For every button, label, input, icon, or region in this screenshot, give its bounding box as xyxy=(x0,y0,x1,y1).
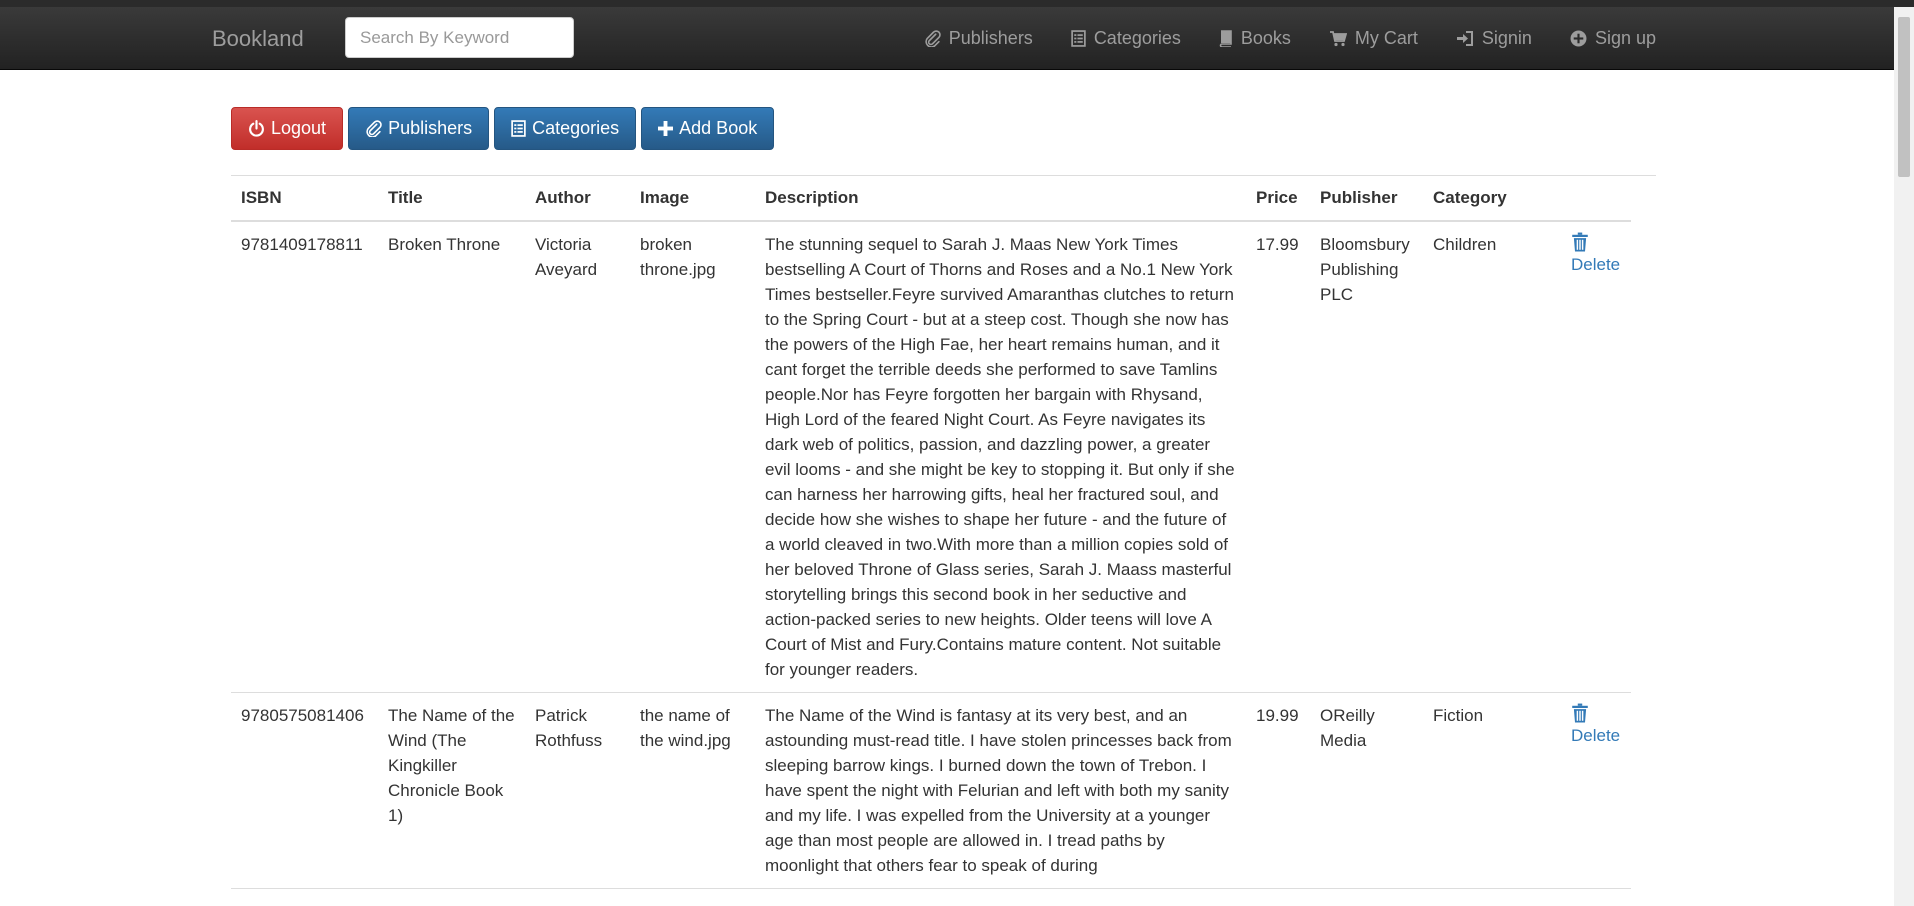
action-toolbar: Logout Publishers Categories Add Book xyxy=(231,107,779,150)
power-icon xyxy=(249,120,264,137)
delete-label: Delete xyxy=(1571,726,1621,745)
table-row: 9780575081406 The Name of the Wind (The … xyxy=(231,692,1631,889)
cell-publisher: Bloomsbury Publishing PLC xyxy=(1310,221,1423,693)
cell-publisher: OReilly Media xyxy=(1310,692,1423,889)
nav-publishers[interactable]: Publishers xyxy=(924,28,1033,49)
add-book-label: Add Book xyxy=(679,118,758,138)
table-header-row: ISBN Title Author Image Description Pric… xyxy=(231,176,1631,222)
table-row: 9781409178811 Broken Throne Victoria Ave… xyxy=(231,221,1631,693)
top-navbar: Bookland Publishers Categories Books xyxy=(0,7,1894,70)
nav-categories[interactable]: Categories xyxy=(1071,28,1181,49)
delete-link[interactable]: Delete xyxy=(1571,232,1620,277)
cell-image: the name of the wind.jpg xyxy=(630,692,755,889)
cell-price: 19.99 xyxy=(1246,692,1310,889)
plus-icon xyxy=(658,121,674,136)
nav-sign-up-label: Sign up xyxy=(1594,28,1656,48)
trash-icon xyxy=(1572,703,1588,723)
cell-title: Broken Throne xyxy=(378,221,525,693)
logout-label: Logout xyxy=(271,118,327,138)
search-input[interactable] xyxy=(345,17,574,58)
cell-isbn: 9780575081406 xyxy=(231,692,378,889)
col-header-isbn: ISBN xyxy=(231,176,378,222)
cell-price: 17.99 xyxy=(1246,221,1310,693)
cell-category: Children xyxy=(1423,221,1561,693)
categories-button[interactable]: Categories xyxy=(494,107,637,150)
publishers-button-label: Publishers xyxy=(388,118,473,138)
nav-books[interactable]: Books xyxy=(1219,28,1291,49)
cell-actions: Delete xyxy=(1561,221,1631,693)
nav-publishers-label: Publishers xyxy=(948,28,1033,48)
log-in-icon xyxy=(1456,31,1473,46)
cell-title: The Name of the Wind (The Kingkiller Chr… xyxy=(378,692,525,889)
paperclip-icon xyxy=(925,30,941,47)
nav-menu: Publishers Categories Books My Cart Sign… xyxy=(886,7,1656,70)
shopping-cart-icon xyxy=(1329,31,1347,47)
plus-sign-icon xyxy=(1570,30,1587,47)
col-header-description: Description xyxy=(755,176,1246,222)
col-header-category: Category xyxy=(1423,176,1561,222)
list-alt-icon xyxy=(511,120,526,137)
cell-category: Fiction xyxy=(1423,692,1561,889)
nav-my-cart[interactable]: My Cart xyxy=(1329,28,1418,49)
col-header-actions xyxy=(1561,176,1631,222)
brand-logo[interactable]: Bookland xyxy=(212,7,304,70)
cell-actions: Delete xyxy=(1561,692,1631,889)
nav-categories-label: Categories xyxy=(1093,28,1181,48)
cell-image: broken throne.jpg xyxy=(630,221,755,693)
cell-author: Victoria Aveyard xyxy=(525,221,630,693)
nav-my-cart-label: My Cart xyxy=(1354,28,1418,48)
window-top-edge xyxy=(0,0,1914,7)
categories-button-label: Categories xyxy=(532,118,620,138)
logout-button[interactable]: Logout xyxy=(231,107,344,150)
nav-sign-up[interactable]: Sign up xyxy=(1570,28,1656,49)
nav-signin-label: Signin xyxy=(1481,28,1532,48)
publishers-button[interactable]: Publishers xyxy=(348,107,490,150)
delete-link[interactable]: Delete xyxy=(1571,703,1620,748)
nav-books-label: Books xyxy=(1240,28,1291,48)
cell-description: The stunning sequel to Sarah J. Maas New… xyxy=(755,221,1246,693)
col-header-price: Price xyxy=(1246,176,1310,222)
books-table: ISBN Title Author Image Description Pric… xyxy=(231,176,1631,889)
cell-description: The Name of the Wind is fantasy at its v… xyxy=(755,692,1246,889)
paperclip-icon xyxy=(366,120,382,137)
col-header-author: Author xyxy=(525,176,630,222)
page-scrollbar[interactable] xyxy=(1894,7,1914,906)
nav-signin[interactable]: Signin xyxy=(1456,28,1532,49)
list-alt-icon xyxy=(1071,30,1086,47)
trash-icon xyxy=(1572,232,1588,252)
cell-isbn: 9781409178811 xyxy=(231,221,378,693)
col-header-publisher: Publisher xyxy=(1310,176,1423,222)
delete-label: Delete xyxy=(1571,255,1621,274)
scrollbar-thumb[interactable] xyxy=(1898,17,1910,177)
add-book-button[interactable]: Add Book xyxy=(641,107,775,150)
book-icon xyxy=(1219,30,1232,47)
col-header-image: Image xyxy=(630,176,755,222)
col-header-title: Title xyxy=(378,176,525,222)
cell-author: Patrick Rothfuss xyxy=(525,692,630,889)
